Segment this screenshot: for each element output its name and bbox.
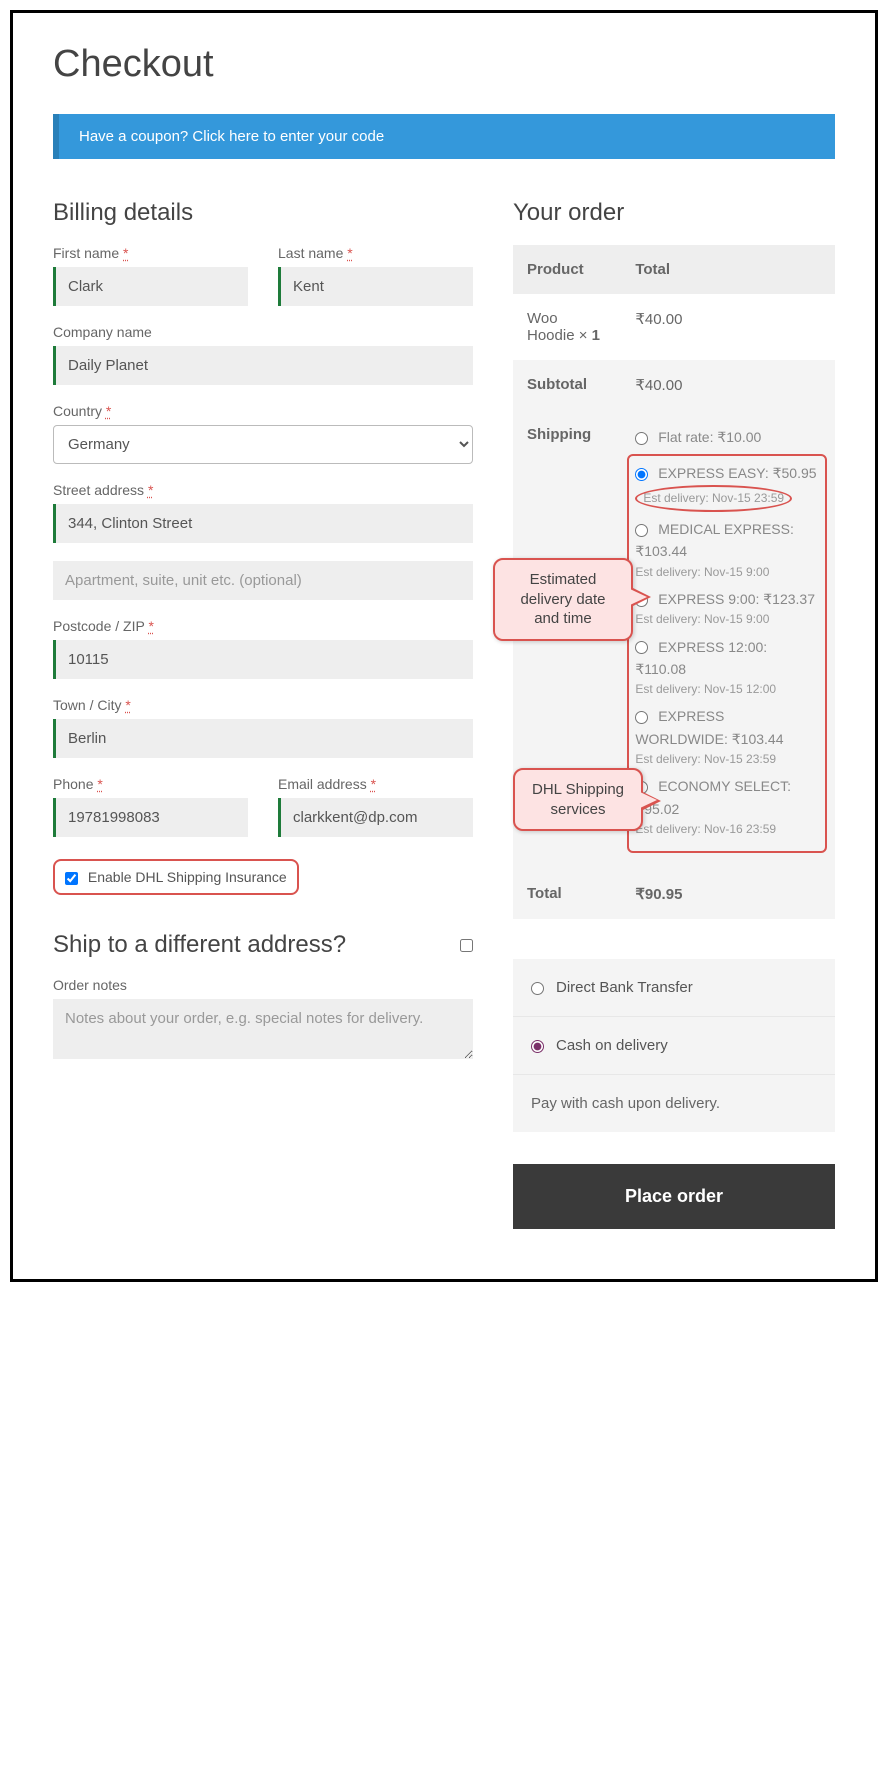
insurance-label: Enable DHL Shipping Insurance	[88, 869, 287, 885]
town-input[interactable]	[53, 719, 473, 758]
payment-option[interactable]: Cash on delivery	[513, 1017, 835, 1075]
ship-diff-heading: Ship to a different address?	[53, 931, 346, 959]
phone-label: Phone *	[53, 776, 248, 792]
shipping-est: Est delivery: Nov-15 9:00	[635, 610, 819, 629]
order-notes-textarea[interactable]	[53, 999, 473, 1059]
place-order-button[interactable]: Place order	[513, 1164, 835, 1229]
street1-input[interactable]	[53, 504, 473, 543]
first-name-label: First name *	[53, 245, 248, 261]
payment-radio[interactable]	[531, 982, 544, 995]
shipping-radio[interactable]	[635, 432, 648, 445]
payment-description: Pay with cash upon delivery.	[513, 1075, 835, 1132]
col-total: Total	[621, 245, 835, 294]
street-label: Street address *	[53, 482, 473, 498]
email-input[interactable]	[278, 798, 473, 837]
shipping-est: Est delivery: Nov-15 9:00	[635, 563, 819, 582]
country-select[interactable]: Germany	[53, 425, 473, 464]
shipping-option[interactable]: MEDICAL EXPRESS: ₹103.44 Est delivery: No…	[635, 518, 819, 582]
phone-input[interactable]	[53, 798, 248, 837]
order-heading: Your order	[513, 199, 835, 227]
shipping-radio[interactable]	[635, 711, 648, 724]
subtotal-value: ₹40.00	[621, 360, 835, 410]
billing-heading: Billing details	[53, 199, 473, 227]
shipping-option-label: EXPRESS WORLDWIDE: ₹103.44	[635, 708, 783, 746]
coupon-notice[interactable]: Have a coupon? Click here to enter your …	[53, 114, 835, 159]
shipping-est: Est delivery: Nov-16 23:59	[635, 820, 819, 839]
shipping-option[interactable]: EXPRESS 9:00: ₹123.37 Est delivery: Nov-1…	[635, 588, 819, 630]
total-label: Total	[513, 869, 621, 919]
street2-input[interactable]	[53, 561, 473, 600]
shipping-radio[interactable]	[635, 468, 648, 481]
shipping-option[interactable]: ECONOMY SELECT: ₹95.02Est delivery: Nov-…	[635, 775, 819, 839]
company-label: Company name	[53, 324, 473, 340]
last-name-input[interactable]	[278, 267, 473, 306]
last-name-label: Last name *	[278, 245, 473, 261]
first-name-input[interactable]	[53, 267, 248, 306]
payment-option-label: Direct Bank Transfer	[556, 979, 693, 996]
table-row: Woo Hoodie × 1₹40.00	[513, 294, 835, 360]
order-notes-label: Order notes	[53, 977, 473, 993]
postcode-label: Postcode / ZIP *	[53, 618, 473, 634]
ship-diff-checkbox[interactable]	[460, 939, 473, 952]
shipping-option[interactable]: EXPRESS WORLDWIDE: ₹103.44 Est delivery: …	[635, 705, 819, 769]
country-label: Country *	[53, 403, 473, 419]
shipping-option-label: EXPRESS 12:00: ₹110.08	[635, 639, 767, 677]
payment-radio[interactable]	[531, 1040, 544, 1053]
shipping-radio[interactable]	[635, 641, 648, 654]
page-title: Checkout	[53, 43, 835, 86]
subtotal-label: Subtotal	[513, 360, 621, 410]
shipping-option-label: MEDICAL EXPRESS: ₹103.44	[635, 521, 794, 559]
shipping-est: Est delivery: Nov-15 23:59	[635, 485, 792, 512]
shipping-option[interactable]: EXPRESS 12:00: ₹110.08 Est delivery: Nov-…	[635, 636, 819, 700]
insurance-checkbox[interactable]	[65, 872, 78, 885]
shipping-est: Est delivery: Nov-15 12:00	[635, 680, 819, 699]
item-name: Woo Hoodie × 1	[513, 294, 621, 360]
callout-est-delivery: Estimated delivery date and time	[493, 558, 633, 641]
callout-dhl-services: DHL Shipping services	[513, 768, 643, 831]
shipping-option-label: EXPRESS EASY: ₹50.95	[658, 465, 816, 481]
shipping-option-label: Flat rate: ₹10.00	[658, 429, 761, 445]
shipping-est: Est delivery: Nov-15 23:59	[635, 750, 819, 769]
col-product: Product	[513, 245, 621, 294]
total-value: ₹90.95	[621, 869, 835, 919]
item-total: ₹40.00	[621, 294, 835, 360]
coupon-text: Have a coupon? Click here to enter your …	[79, 128, 384, 145]
shipping-radio[interactable]	[635, 524, 648, 537]
town-label: Town / City *	[53, 697, 473, 713]
insurance-box: Enable DHL Shipping Insurance	[53, 859, 299, 895]
payment-box: Direct Bank Transfer Cash on delivery Pay…	[513, 959, 835, 1132]
shipping-option[interactable]: Flat rate: ₹10.00	[635, 426, 821, 448]
email-label: Email address *	[278, 776, 473, 792]
postcode-input[interactable]	[53, 640, 473, 679]
payment-option[interactable]: Direct Bank Transfer	[513, 959, 835, 1017]
shipping-option-label: EXPRESS 9:00: ₹123.37	[658, 591, 815, 607]
shipping-option[interactable]: EXPRESS EASY: ₹50.95 Est delivery: Nov-15…	[635, 462, 819, 512]
company-input[interactable]	[53, 346, 473, 385]
payment-option-label: Cash on delivery	[556, 1037, 668, 1054]
